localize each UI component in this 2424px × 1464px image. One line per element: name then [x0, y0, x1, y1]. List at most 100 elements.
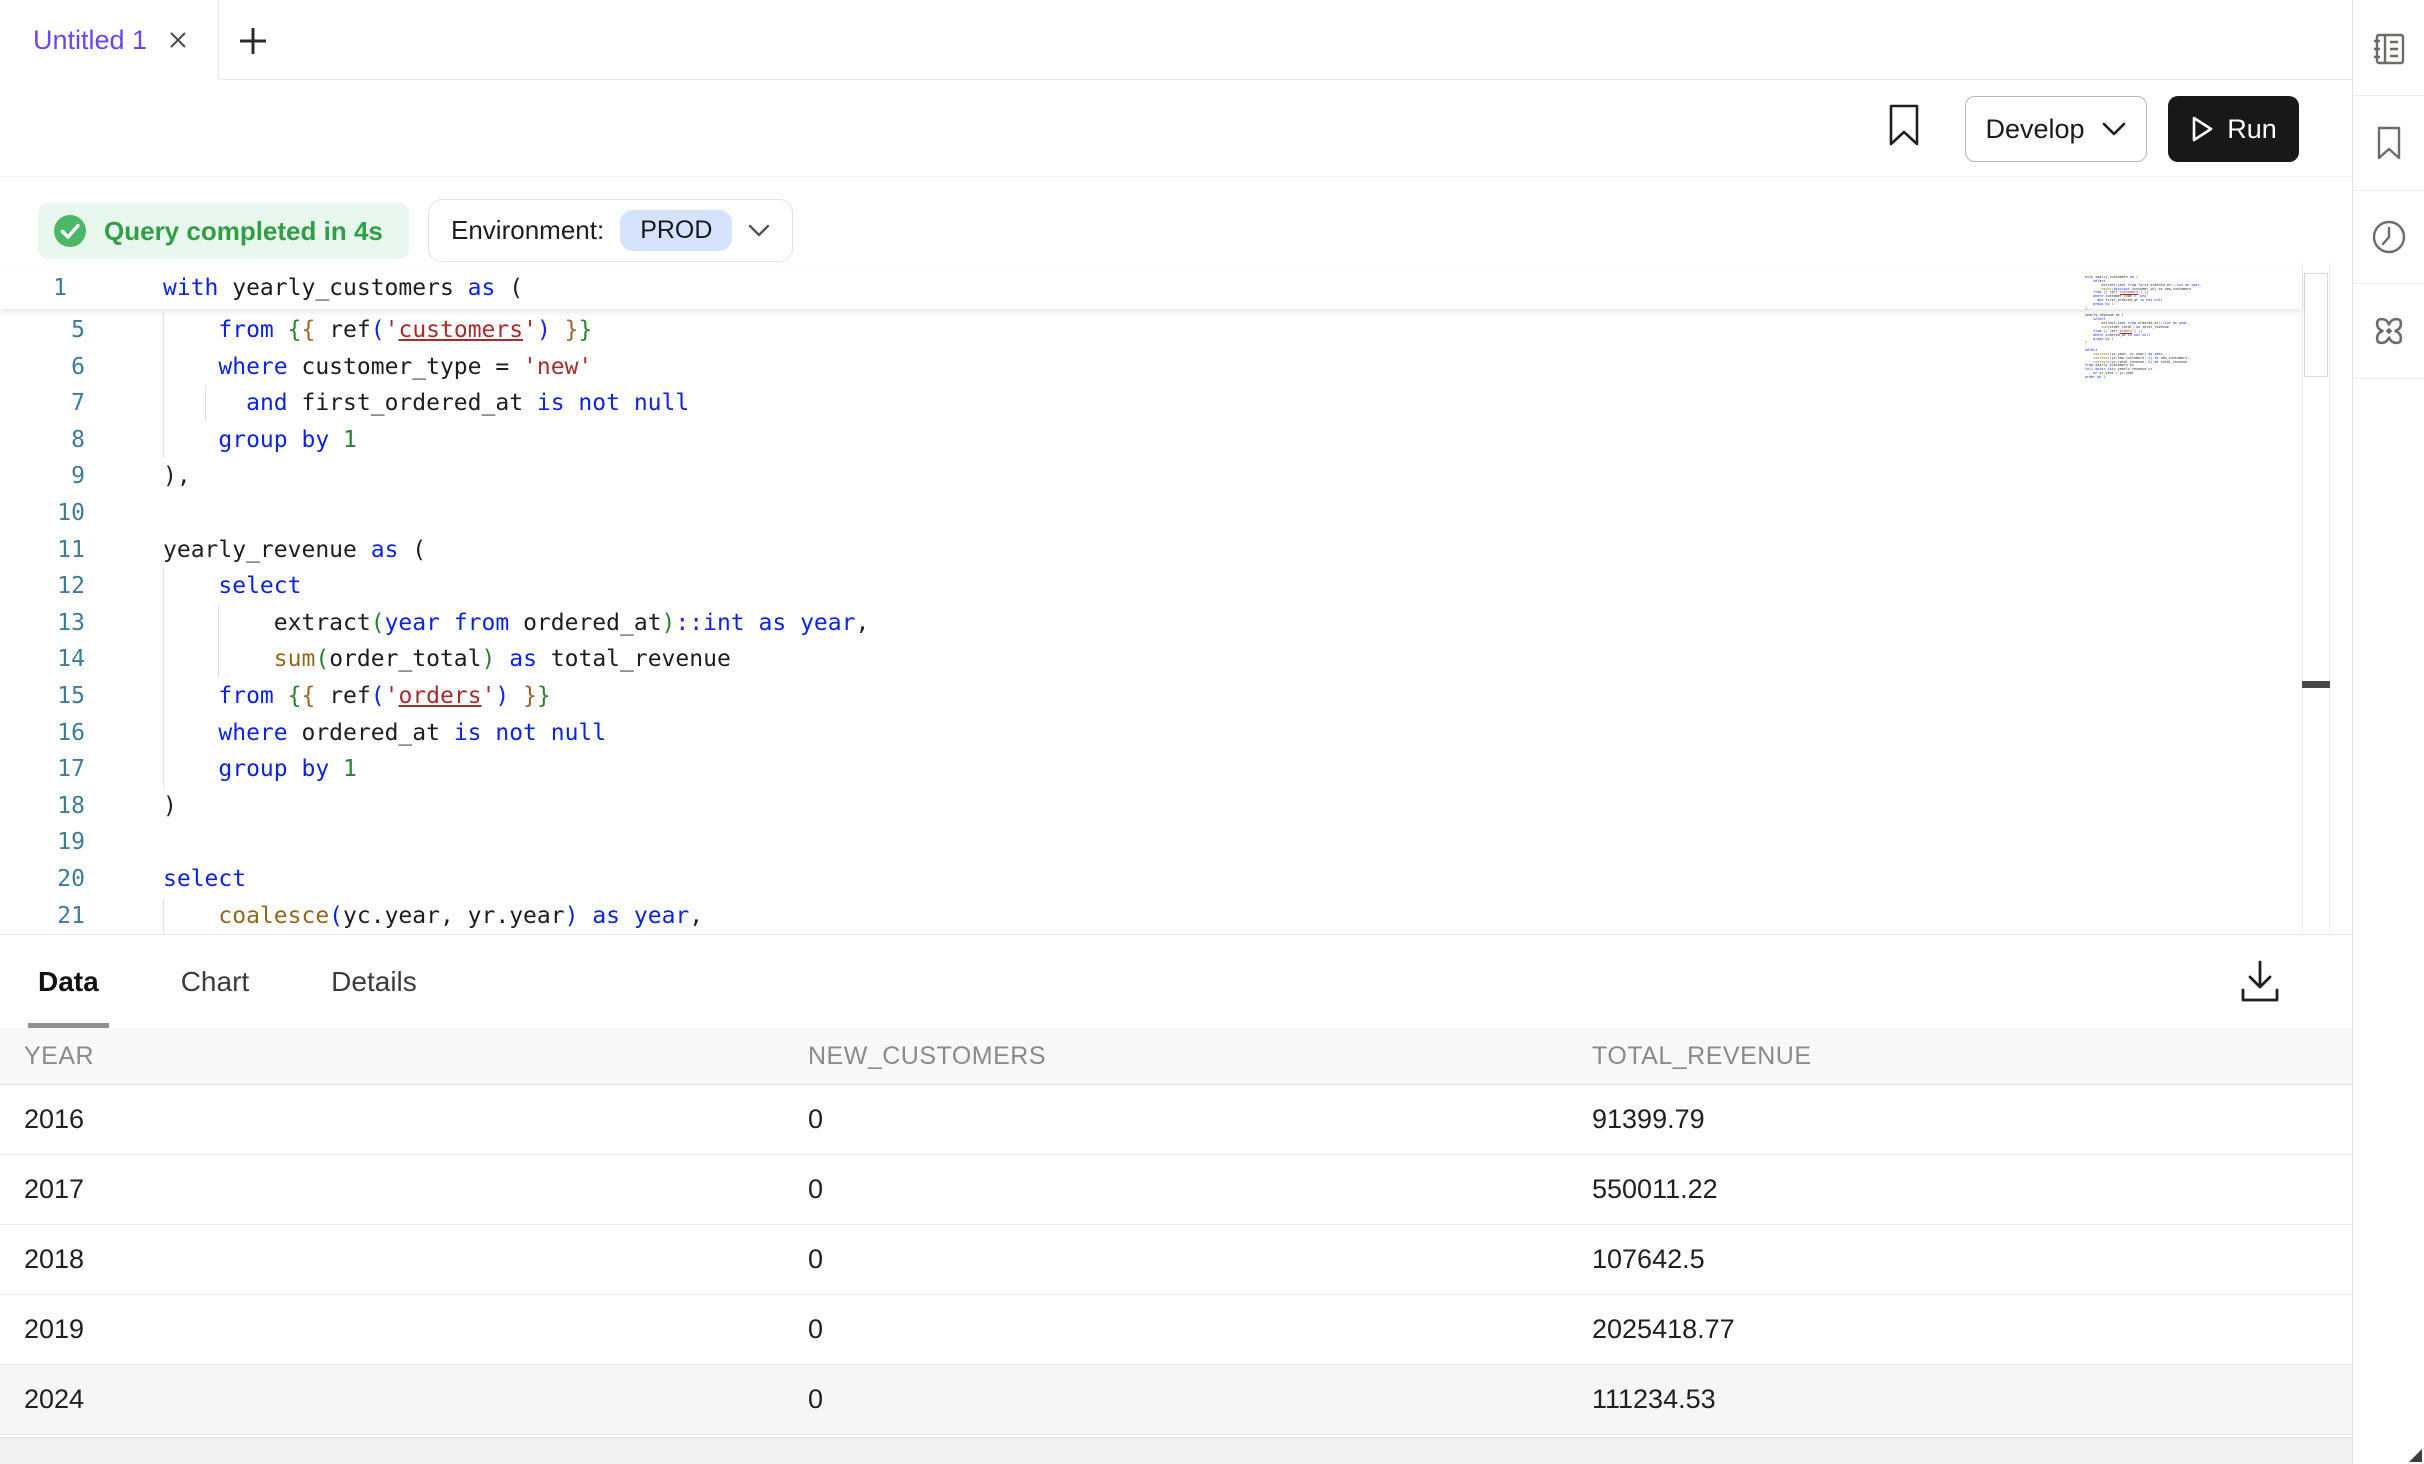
code-line-11[interactable]: 11yearly_revenue as ( — [0, 532, 2352, 569]
check-circle-icon — [52, 213, 88, 249]
code-line-16[interactable]: 16 where ordered_at is not null — [0, 715, 2352, 752]
table-row[interactable]: 20170550011.22 — [0, 1155, 2352, 1225]
results-table-header: YEARNEW_CUSTOMERSTOTAL_REVENUE — [0, 1028, 2352, 1085]
code-line-15[interactable]: 15 from {{ ref('orders') }} — [0, 678, 2352, 715]
table-cell: 0 — [784, 1104, 1568, 1135]
line-number: 5 — [0, 312, 85, 349]
play-icon — [2190, 115, 2214, 143]
table-cell: 2024 — [0, 1384, 784, 1415]
code-text: yearly_revenue as ( — [163, 532, 2092, 569]
develop-label: Develop — [1985, 114, 2084, 145]
line-number: 12 — [0, 568, 85, 605]
code-line-1[interactable]: 1with yearly_customers as ( — [0, 270, 2302, 307]
table-cell: 0 — [784, 1244, 1568, 1275]
horizontal-scrollbar-track[interactable] — [0, 1437, 2352, 1464]
run-label: Run — [2227, 114, 2277, 145]
develop-button[interactable]: Develop — [1965, 96, 2147, 162]
code-line-9[interactable]: 9), — [0, 458, 2352, 495]
table-cell: 2025418.77 — [1568, 1314, 2352, 1345]
sidebar-divider — [2353, 378, 2424, 379]
column-header-total_revenue: TOTAL_REVENUE — [1568, 1042, 2352, 1071]
code-text: ), — [163, 458, 2092, 495]
close-tab-icon[interactable] — [165, 27, 191, 53]
results-tab-chart[interactable]: Chart — [171, 936, 259, 1028]
code-text: select — [163, 861, 2092, 898]
line-number: 21 — [0, 898, 85, 935]
line-number: 19 — [0, 824, 85, 861]
results-tab-details[interactable]: Details — [321, 936, 427, 1028]
code-line-6[interactable]: 6 where customer_type = 'new' — [0, 349, 2352, 386]
sql-editor[interactable]: 5 from {{ ref('customers') }}6 where cus… — [0, 262, 2352, 935]
results-tab-data[interactable]: Data — [28, 936, 109, 1028]
table-cell: 2019 — [0, 1314, 784, 1345]
sidebar-divider — [2353, 283, 2424, 284]
results-tab-bar: Data Chart Details — [0, 936, 2352, 1028]
sticky-code-line[interactable]: 1with yearly_customers as ( — [0, 270, 2302, 309]
line-number: 10 — [0, 495, 85, 532]
indent-guide — [163, 568, 164, 605]
environment-selector[interactable]: Environment: PROD — [428, 199, 793, 262]
code-text: and first_ordered_at is not null — [163, 385, 2092, 422]
line-number: 14 — [0, 641, 85, 678]
code-lines[interactable]: 5 from {{ ref('customers') }}6 where cus… — [0, 312, 2352, 935]
code-text: from {{ ref('orders') }} — [163, 678, 2092, 715]
code-line-20[interactable]: 20select — [0, 861, 2352, 898]
code-line-7[interactable]: 7 and first_ordered_at is not null — [0, 385, 2352, 422]
code-line-22[interactable]: 22 coalesce(yc.new_customers, 0) as new_… — [0, 934, 2352, 935]
dbt-logo-icon[interactable] — [2370, 312, 2408, 350]
line-number: 13 — [0, 605, 85, 642]
code-text: with yearly_customers as ( — [163, 270, 2042, 307]
run-button[interactable]: Run — [2168, 96, 2299, 162]
table-row[interactable]: 2016091399.79 — [0, 1085, 2352, 1155]
code-line-14[interactable]: 14 sum(order_total) as total_revenue — [0, 641, 2352, 678]
resize-handle[interactable] — [2409, 1449, 2422, 1462]
indent-guide — [163, 751, 164, 788]
download-icon[interactable] — [2238, 958, 2282, 1006]
history-icon[interactable] — [2370, 218, 2408, 256]
code-line-18[interactable]: 18) — [0, 788, 2352, 825]
line-number: 22 — [0, 934, 85, 935]
code-line-13[interactable]: 13 extract(year from ordered_at)::int as… — [0, 605, 2352, 642]
code-line-8[interactable]: 8 group by 1 — [0, 422, 2352, 459]
code-line-10[interactable]: 10 — [0, 495, 2352, 532]
column-header-new_customers: NEW_CUSTOMERS — [784, 1042, 1568, 1071]
notebook-icon[interactable] — [2370, 30, 2408, 68]
indent-guide — [163, 641, 164, 678]
code-line-21[interactable]: 21 coalesce(yc.year, yr.year) as year, — [0, 898, 2352, 935]
code-line-5[interactable]: 5 from {{ ref('customers') }} — [0, 312, 2352, 349]
table-cell: 550011.22 — [1568, 1174, 2352, 1205]
code-text: extract(year from ordered_at)::int as ye… — [163, 605, 2092, 642]
line-number: 15 — [0, 678, 85, 715]
table-cell: 0 — [784, 1174, 1568, 1205]
bookmark-icon[interactable] — [2370, 124, 2408, 162]
indent-guide — [205, 385, 206, 422]
code-text: select — [163, 568, 2092, 605]
code-line-12[interactable]: 12 select — [0, 568, 2352, 605]
indent-guide — [218, 641, 219, 678]
environment-value-badge: PROD — [620, 210, 732, 251]
editor-scrollbar-thumb[interactable] — [2302, 681, 2330, 688]
indent-guide — [163, 349, 164, 386]
code-text: ) — [163, 788, 2092, 825]
indent-guide — [163, 605, 164, 642]
line-number: 6 — [0, 349, 85, 386]
table-cell: 91399.79 — [1568, 1104, 2352, 1135]
table-cell: 0 — [784, 1384, 1568, 1415]
sidebar-divider — [2353, 95, 2424, 96]
code-text: where customer_type = 'new' — [163, 349, 2092, 386]
code-line-17[interactable]: 17 group by 1 — [0, 751, 2352, 788]
minimap[interactable]: with yearly_customers as ( select extrac… — [2085, 276, 2213, 388]
code-text: sum(order_total) as total_revenue — [163, 641, 2092, 678]
bookmark-icon[interactable] — [1884, 102, 1924, 148]
new-tab-button[interactable] — [236, 24, 270, 58]
indent-guide — [163, 898, 164, 935]
table-row[interactable]: 20180107642.5 — [0, 1225, 2352, 1295]
tab-untitled-1[interactable]: Untitled 1 — [0, 0, 219, 80]
code-text: coalesce(yc.year, yr.year) as year, — [163, 898, 2092, 935]
code-line-19[interactable]: 19 — [0, 824, 2352, 861]
table-cell: 0 — [784, 1314, 1568, 1345]
table-row[interactable]: 20240111234.53 — [0, 1365, 2352, 1435]
environment-label: Environment: — [451, 215, 604, 246]
results-table-body: 2016091399.7920170550011.2220180107642.5… — [0, 1085, 2352, 1435]
table-row[interactable]: 201902025418.77 — [0, 1295, 2352, 1365]
